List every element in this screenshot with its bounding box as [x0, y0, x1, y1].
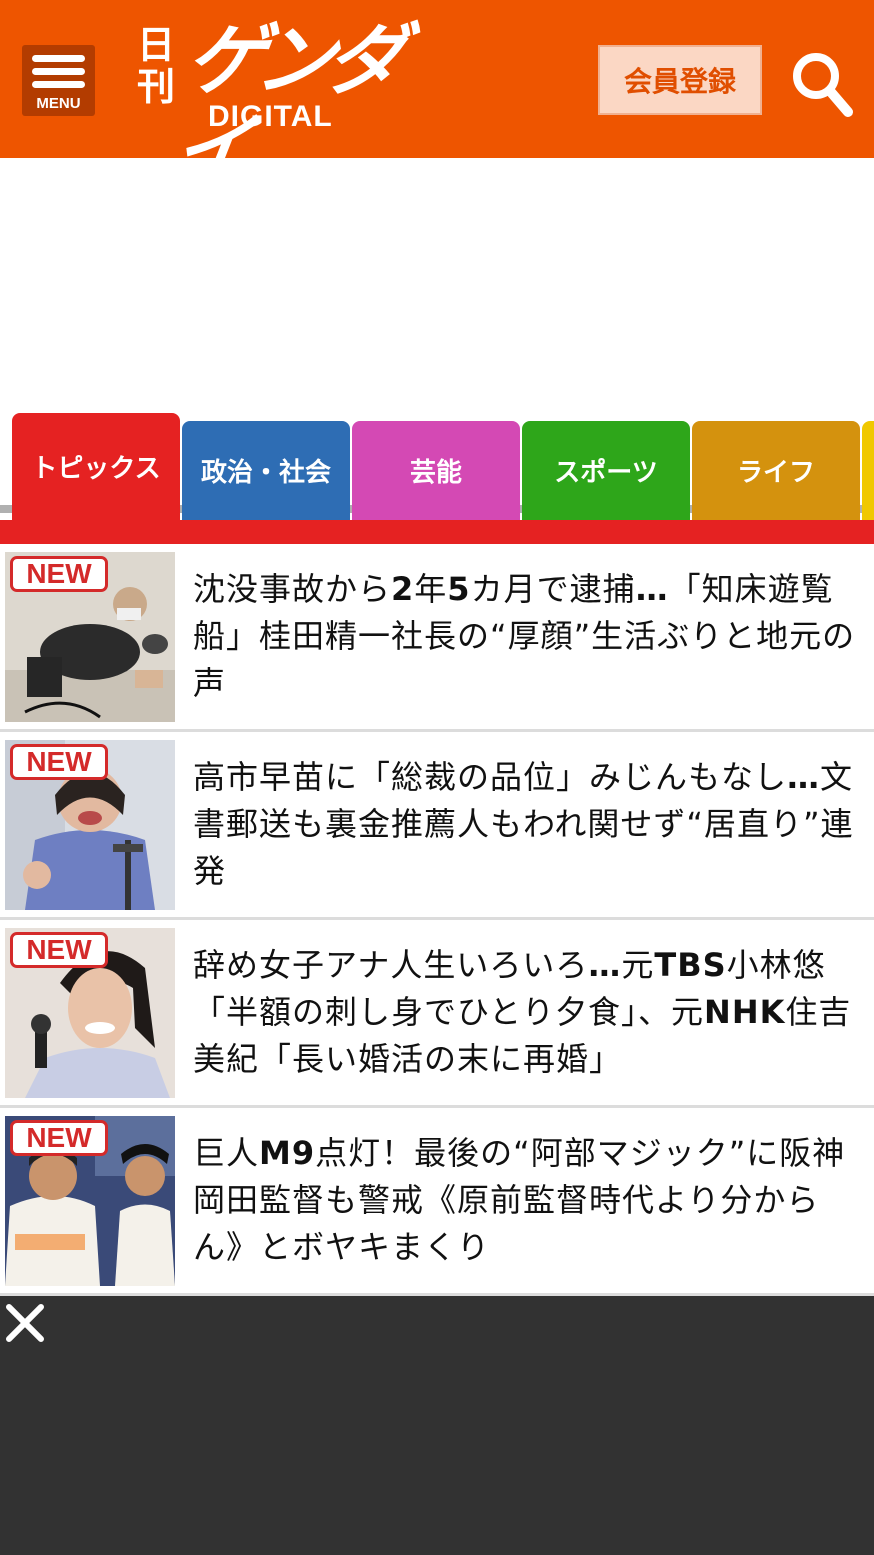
- logo-kanji: 日刊: [136, 22, 175, 109]
- article-thumbnail[interactable]: NEW: [5, 928, 175, 1098]
- tab-topics[interactable]: トピックス: [12, 413, 180, 520]
- article-headline[interactable]: 巨人M9点灯！最後の“阿部マジック”に阪神岡田監督も警戒《原前監督時代より分から…: [193, 1130, 863, 1271]
- overlay-ad[interactable]: [0, 1296, 874, 1555]
- article-headline[interactable]: 沈没事故から2年5カ月で逮捕…「知床遊覧船」桂田精一社長の“厚顔”生活ぶりと地元…: [193, 566, 863, 707]
- category-tabs: トピックス 政治・社会 芸能 スポーツ ライフ: [0, 413, 874, 520]
- article-headline[interactable]: 高市早苗に「総裁の品位」みじんもなし…文書郵送も裏金推薦人もわれ関せず“居直り”…: [193, 754, 863, 895]
- article-item[interactable]: NEW 沈没事故から2年5カ月で逮捕…「知床遊覧船」桂田精一社長の“厚顔”生活ぶ…: [0, 544, 874, 732]
- article-item[interactable]: NEW 辞め女子アナ人生いろいろ…元TBS小林悠「半額の刺し身でひとり夕食」、元…: [0, 920, 874, 1108]
- tab-sports[interactable]: スポーツ: [522, 421, 690, 520]
- article-thumbnail[interactable]: NEW: [5, 552, 175, 722]
- close-icon[interactable]: [4, 1302, 46, 1344]
- site-logo[interactable]: 日刊 ゲンダイ DIGITAL: [130, 16, 410, 196]
- logo-digital: DIGITAL: [208, 100, 333, 133]
- tab-next-partial[interactable]: [862, 421, 874, 520]
- hamburger-icon-bar: [32, 55, 85, 62]
- tab-life[interactable]: ライフ: [692, 421, 860, 520]
- article-thumbnail[interactable]: NEW: [5, 740, 175, 910]
- new-badge: NEW: [10, 556, 108, 592]
- active-tab-bar: [0, 520, 874, 544]
- site-header: MENU 日刊 ゲンダイ DIGITAL 会員登録: [0, 0, 874, 196]
- article-headline[interactable]: 辞め女子アナ人生いろいろ…元TBS小林悠「半額の刺し身でひとり夕食」、元NHK住…: [193, 942, 863, 1083]
- article-item[interactable]: NEW 巨人M9点灯！最後の“阿部マジック”に阪神岡田監督も警戒《原前監督時代よ…: [0, 1108, 874, 1296]
- ad-banner-space: [0, 158, 874, 413]
- new-badge: NEW: [10, 1120, 108, 1156]
- hamburger-icon-bar: [32, 68, 85, 75]
- new-badge: NEW: [10, 744, 108, 780]
- new-badge: NEW: [10, 932, 108, 968]
- menu-label: MENU: [36, 95, 81, 112]
- tab-politics-society[interactable]: 政治・社会: [182, 421, 350, 520]
- article-item[interactable]: NEW 高市早苗に「総裁の品位」みじんもなし…文書郵送も裏金推薦人もわれ関せず“…: [0, 732, 874, 920]
- menu-button[interactable]: MENU: [22, 45, 95, 116]
- search-icon[interactable]: [790, 48, 854, 118]
- tab-entertainment[interactable]: 芸能: [352, 421, 520, 520]
- register-button[interactable]: 会員登録: [598, 45, 762, 115]
- article-thumbnail[interactable]: NEW: [5, 1116, 175, 1286]
- hamburger-icon-bar: [32, 81, 85, 88]
